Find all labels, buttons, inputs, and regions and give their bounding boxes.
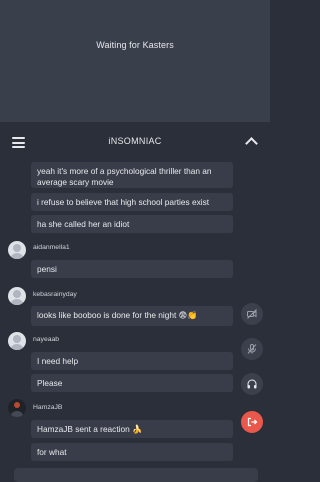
message-bubble: I need help (31, 352, 233, 370)
message-text: pensi (37, 264, 57, 274)
message-text: for what (37, 447, 67, 457)
message-text: Please (37, 378, 63, 388)
chat-header: iNSOMNIAC (0, 122, 270, 156)
video-off-icon (247, 309, 257, 319)
avatar[interactable] (8, 399, 26, 417)
message-bubble: pensi (31, 260, 233, 278)
message-text: i refuse to believe that high school par… (37, 197, 210, 207)
message-text: looks like booboo is done for the night … (37, 310, 198, 320)
message-bubble: looks like booboo is done for the night … (31, 306, 233, 326)
message-text: yeah it's more of a psychological thrill… (37, 166, 212, 187)
username: aidanmella1 (33, 244, 70, 251)
username: nayeaab (33, 336, 60, 343)
message-bubble: ha she called her an idiot (31, 215, 233, 233)
message-bubble: Please (31, 374, 233, 392)
leave-button[interactable] (241, 411, 263, 433)
headphones-icon (247, 379, 257, 389)
mic-off-button[interactable] (241, 338, 263, 360)
message-text: I need help (37, 356, 79, 366)
message-text: ha she called her an idiot (37, 219, 130, 229)
avatar[interactable] (8, 241, 26, 259)
avatar[interactable] (8, 332, 26, 350)
stage-area: Waiting for Kasters (0, 0, 270, 122)
leave-icon (247, 417, 258, 427)
message-bubble: HamzaJB sent a reaction 🍌 (31, 420, 233, 438)
message-text: HamzaJB sent a reaction 🍌 (37, 424, 143, 434)
message-bubble: yeah it's more of a psychological thrill… (31, 162, 233, 188)
username: HamzaJB (33, 404, 63, 411)
waiting-status: Waiting for Kasters (96, 40, 174, 50)
message-bubble: i refuse to believe that high school par… (31, 193, 233, 211)
mic-off-icon (247, 344, 257, 354)
chat-title: iNSOMNIAC (108, 136, 162, 146)
video-off-button[interactable] (241, 303, 263, 325)
headphones-button[interactable] (241, 373, 263, 395)
username: kebasrainyday (33, 291, 77, 298)
message-bubble: for what (31, 443, 233, 461)
avatar[interactable] (8, 287, 26, 305)
